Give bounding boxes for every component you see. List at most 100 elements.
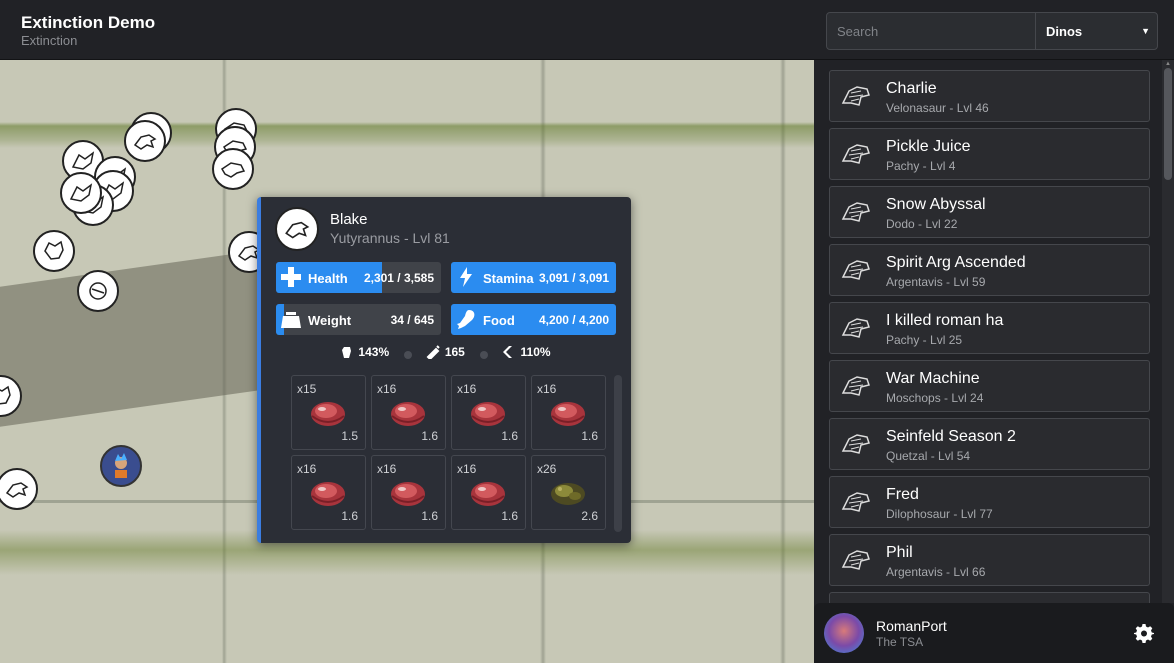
dino-list-name: Phil xyxy=(886,544,913,561)
separator-dot xyxy=(404,351,413,359)
melee-stat: 143% xyxy=(339,345,391,359)
torpor-value: 165 xyxy=(444,345,465,359)
raw-meat-icon xyxy=(471,482,505,506)
item-weight: 2.6 xyxy=(581,509,598,523)
melee-value: 143% xyxy=(358,345,390,359)
inventory-slot[interactable]: x16 1.6 xyxy=(531,375,606,450)
dino-list: Charlie Velonasaur - Lvl 46 Pickle Juice Pa… xyxy=(814,60,1174,663)
health-value: 2,301 / 3,585 xyxy=(363,271,434,285)
player-marker[interactable] xyxy=(100,445,142,487)
dino-list-item[interactable]: Seinfeld Season 2 Quetzal - Lvl 54 xyxy=(829,418,1150,470)
inventory-slot[interactable]: x16 1.6 xyxy=(291,455,366,530)
dino-marker[interactable] xyxy=(77,270,119,312)
dino-list-item[interactable]: Fred Dilophosaur - Lvl 77 xyxy=(829,476,1150,528)
dino-list-species: Argentavis - Lvl 59 xyxy=(886,275,986,289)
item-count: x26 xyxy=(537,462,557,476)
dino-list-species: Pachy - Lvl 25 xyxy=(886,333,963,347)
inventory-scrollbar[interactable] xyxy=(614,375,622,532)
dino-list-scrollbar[interactable]: ▲ xyxy=(1162,60,1174,603)
inventory-slot[interactable]: x16 1.6 xyxy=(371,375,446,450)
dino-marker[interactable] xyxy=(0,468,38,510)
dino-species-icon xyxy=(841,550,870,570)
search-input[interactable] xyxy=(826,12,1036,50)
dino-marker[interactable] xyxy=(212,148,254,190)
category-select[interactable]: Dinos ▼ xyxy=(1035,12,1158,50)
dino-species-icon xyxy=(841,434,870,454)
user-name: RomanPort xyxy=(876,618,947,634)
dino-list-species: Pachy - Lvl 4 xyxy=(886,159,956,173)
syringe-icon xyxy=(426,345,440,359)
user-tribe: The TSA xyxy=(876,635,924,649)
inventory-slot[interactable]: x16 1.6 xyxy=(451,375,526,450)
item-count: x16 xyxy=(377,462,397,476)
weight-value: 34 / 645 xyxy=(390,313,434,327)
dino-list-item[interactable]: Snow Abyssal Dodo - Lvl 22 xyxy=(829,186,1150,238)
dino-marker[interactable] xyxy=(33,230,75,272)
item-count: x16 xyxy=(537,382,557,396)
dino-species-icon xyxy=(841,260,870,280)
dino-list-name: Pickle Juice xyxy=(886,138,971,155)
scroll-thumb[interactable] xyxy=(1164,68,1172,180)
dino-list-name: Fred xyxy=(886,486,919,503)
item-weight: 1.5 xyxy=(341,429,358,443)
item-weight: 1.6 xyxy=(501,509,518,523)
dino-list-name: War Machine xyxy=(886,370,980,387)
speed-value: 110% xyxy=(520,345,551,359)
dino-marker[interactable] xyxy=(124,120,166,162)
weight-icon xyxy=(281,312,301,328)
raw-meat-icon xyxy=(311,482,345,506)
inventory-slot[interactable]: x26 2.6 xyxy=(531,455,606,530)
raw-meat-icon xyxy=(551,402,585,426)
dino-list-name: Spirit Arg Ascended xyxy=(886,254,1026,271)
speed-stat: 110% xyxy=(502,345,553,359)
item-weight: 1.6 xyxy=(501,429,518,443)
dino-list-item[interactable]: Pickle Juice Pachy - Lvl 4 xyxy=(829,128,1150,180)
dino-list-species: Dodo - Lvl 22 xyxy=(886,217,958,231)
dino-name: Blake xyxy=(330,211,368,228)
stamina-label: Stamina xyxy=(483,271,534,286)
dino-list-item[interactable]: Charlie Velonasaur - Lvl 46 xyxy=(829,70,1150,122)
dino-list-species: Argentavis - Lvl 66 xyxy=(886,565,986,579)
health-label: Health xyxy=(308,271,348,286)
fist-icon xyxy=(342,347,352,358)
drumstick-icon xyxy=(457,310,475,329)
raw-meat-icon xyxy=(391,482,425,506)
dino-list-item[interactable]: I killed roman ha Pachy - Lvl 25 xyxy=(829,302,1150,354)
inventory-slot[interactable]: x15 1.5 xyxy=(291,375,366,450)
raw-meat-icon xyxy=(391,402,425,426)
food-label: Food xyxy=(483,313,515,328)
raw-meat-icon xyxy=(471,402,505,426)
dino-species-level: Yutyrannus - Lvl 81 xyxy=(330,230,450,246)
top-bar: Extinction Demo Extinction Dinos ▼ xyxy=(0,0,1174,60)
dino-species-icon xyxy=(841,376,870,396)
lightning-icon xyxy=(460,267,472,287)
dino-detail-popup: Blake Yutyrannus - Lvl 81 Health 2,301 /… xyxy=(257,197,631,543)
gear-icon[interactable] xyxy=(1134,623,1154,643)
inventory-slot[interactable]: x16 1.6 xyxy=(371,455,446,530)
dino-list-item[interactable]: Phil Argentavis - Lvl 66 xyxy=(829,534,1150,586)
stamina-bar: Stamina 3,091 / 3,091 xyxy=(451,262,616,293)
weight-bar: Weight 34 / 645 xyxy=(276,304,441,335)
scroll-up-icon[interactable]: ▲ xyxy=(1165,61,1171,67)
user-avatar[interactable] xyxy=(824,613,864,653)
category-selected-label: Dinos xyxy=(1046,24,1083,39)
item-count: x15 xyxy=(297,382,317,396)
separator-dot xyxy=(480,351,489,359)
dino-list-name: I killed roman ha xyxy=(886,312,1004,329)
food-bar: Food 4,200 / 4,200 xyxy=(451,304,616,335)
health-icon xyxy=(281,267,301,287)
item-weight: 1.6 xyxy=(421,509,438,523)
dino-species-icon xyxy=(841,492,870,512)
dino-list-species: Dilophosaur - Lvl 77 xyxy=(886,507,993,521)
item-count: x16 xyxy=(457,382,477,396)
dino-list-item[interactable]: Spirit Arg Ascended Argentavis - Lvl 59 xyxy=(829,244,1150,296)
item-weight: 1.6 xyxy=(341,509,358,523)
secondary-stats: 143% 165 110% xyxy=(261,345,631,362)
health-bar: Health 2,301 / 3,585 xyxy=(276,262,441,293)
inventory-slot[interactable]: x16 1.6 xyxy=(451,455,526,530)
dino-list-item[interactable]: War Machine Moschops - Lvl 24 xyxy=(829,360,1150,412)
server-title: Extinction Demo xyxy=(21,13,156,32)
dino-marker[interactable] xyxy=(60,172,102,214)
dino-list-species: Velonasaur - Lvl 46 xyxy=(886,101,989,115)
dino-species-icon xyxy=(841,86,870,106)
